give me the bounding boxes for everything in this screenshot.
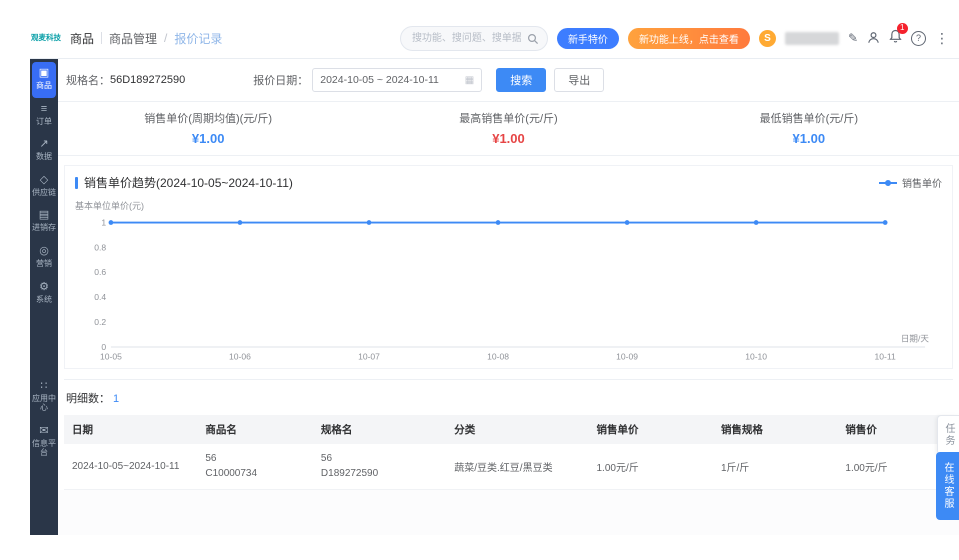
edit-icon[interactable]: ✎ xyxy=(848,32,858,44)
sidebar: ▣ 商品 ≡ 订单 ↗ 数据 ◇ 供应链 ▤ 进销存 ◎ 营销 ⚙ 系统 ∷ 应… xyxy=(30,59,58,535)
notifications-bell[interactable]: 1 xyxy=(889,22,908,48)
svg-text:日期/天: 日期/天 xyxy=(901,333,929,343)
more-icon[interactable]: ⋮ xyxy=(935,30,949,47)
stat-max-price: 最高销售单价(元/斤) ¥1.00 xyxy=(459,113,558,146)
help-icon[interactable]: ? xyxy=(911,30,926,46)
svg-text:10-08: 10-08 xyxy=(487,351,509,361)
stats-row: 销售单价(周期均值)(元/斤) ¥1.00 最高销售单价(元/斤) ¥1.00 … xyxy=(58,101,959,156)
task-tab[interactable]: 任务 xyxy=(937,415,959,455)
top-bar: 观麦科技 商品 商品管理 / 报价记录 新手特价 新功能上线，点击查看 S xyxy=(30,18,959,59)
breadcrumb: 商品 商品管理 / 报价记录 xyxy=(70,30,222,47)
orders-icon: ≡ xyxy=(40,102,48,115)
supply-chain-icon: ◇ xyxy=(39,173,49,186)
empty-area xyxy=(58,490,959,535)
global-search xyxy=(399,25,548,51)
chart-header: 销售单价趋势(2024-10-05~2024-10-11) 销售单价 xyxy=(75,174,942,191)
filter-row: 规格名： 56D189272590 报价日期： 2024-10-05 ~ 202… xyxy=(58,59,959,101)
body: ▣ 商品 ≡ 订单 ↗ 数据 ◇ 供应链 ▤ 进销存 ◎ 营销 ⚙ 系统 ∷ 应… xyxy=(30,59,959,535)
cell-unit-price: 1.00元/斤 xyxy=(588,444,713,490)
detail-count-value: 1 xyxy=(113,393,120,405)
svg-text:0: 0 xyxy=(101,342,106,352)
notification-badge: 1 xyxy=(896,22,908,34)
marketing-icon: ◎ xyxy=(39,244,49,257)
system-gear-icon: ⚙ xyxy=(39,280,49,293)
sidebar-item-data[interactable]: ↗ 数据 xyxy=(30,133,58,169)
coin-icon[interactable]: S xyxy=(758,29,776,47)
quote-date-filter: 报价日期： 2024-10-05 ~ 2024-10-11 ▦ xyxy=(253,68,483,92)
breadcrumb-root[interactable]: 商品 xyxy=(70,30,94,47)
sidebar-bottom: ∷ 应用中心 ✉ 信息平台 xyxy=(30,375,58,525)
goods-icon: ▣ xyxy=(38,67,50,79)
svg-text:0.4: 0.4 xyxy=(94,292,106,302)
sidebar-item-inventory[interactable]: ▤ 进销存 xyxy=(30,204,58,240)
stat-avg-price: 销售单价(周期均值)(元/斤) ¥1.00 xyxy=(144,113,273,146)
inventory-icon: ▤ xyxy=(38,209,50,222)
svg-text:10-10: 10-10 xyxy=(745,351,767,361)
breadcrumb-separator: / xyxy=(164,31,168,45)
svg-text:10-06: 10-06 xyxy=(229,351,251,361)
table-header-row: 日期 商品名 规格名 分类 销售单价 销售规格 销售价 xyxy=(64,415,953,444)
info-platform-icon: ✉ xyxy=(39,424,49,437)
app-center-icon: ∷ xyxy=(40,379,48,392)
svg-text:0.6: 0.6 xyxy=(94,267,106,277)
title-accent-bar xyxy=(75,176,78,189)
svg-text:10-09: 10-09 xyxy=(616,351,638,361)
cell-sale-spec: 1斤/斤 xyxy=(712,444,838,490)
svg-text:1: 1 xyxy=(101,217,106,227)
chart-title: 销售单价趋势(2024-10-05~2024-10-11) xyxy=(84,176,293,190)
brand-logo: 观麦科技 xyxy=(31,32,61,42)
online-service-tab[interactable]: 在线客服 xyxy=(936,452,959,520)
quote-date-label: 报价日期： xyxy=(253,75,309,87)
app-window: 观麦科技 商品 商品管理 / 报价记录 新手特价 新功能上线，点击查看 S xyxy=(30,18,959,535)
breadcrumb-current: 报价记录 xyxy=(174,31,223,46)
stat-min-price: 最低销售单价(元/斤) ¥1.00 xyxy=(759,113,859,146)
sidebar-item-goods[interactable]: ▣ 商品 xyxy=(32,62,56,98)
export-button[interactable]: 导出 xyxy=(554,68,605,92)
svg-text:0.8: 0.8 xyxy=(94,242,106,252)
calendar-icon: ▦ xyxy=(464,74,475,86)
search-icon[interactable] xyxy=(527,32,539,50)
search-input[interactable] xyxy=(399,25,548,51)
legend-line-dot-icon xyxy=(879,179,897,186)
detail-table: 日期 商品名 规格名 分类 销售单价 销售规格 销售价 2024-10-05~2… xyxy=(64,415,953,490)
search-button[interactable]: 搜索 xyxy=(496,68,547,92)
newbie-offer-button[interactable]: 新手特价 xyxy=(556,27,619,49)
svg-text:10-11: 10-11 xyxy=(875,351,896,361)
sidebar-item-orders[interactable]: ≡ 订单 xyxy=(30,98,58,134)
svg-text:10-05: 10-05 xyxy=(100,351,122,361)
contacts-icon[interactable] xyxy=(867,31,880,46)
svg-text:0.2: 0.2 xyxy=(94,317,106,327)
main-content: 规格名： 56D189272590 报价日期： 2024-10-05 ~ 202… xyxy=(58,59,959,535)
detail-table-section: 明细数： 1 日期 商品名 规格名 分类 销售单价 销售规格 销售价 2024-… xyxy=(64,379,953,490)
detail-count: 明细数： 1 xyxy=(66,393,120,405)
data-icon: ↗ xyxy=(39,138,49,151)
cell-category: 蔬菜/豆类.红豆/黑豆类 xyxy=(446,444,589,490)
cell-date: 2024-10-05~2024-10-11 xyxy=(64,444,198,490)
line-chart: 1 0.8 0.6 0.4 0.2 010-05 10-06 10-07 10-08 10-09 1… xyxy=(94,217,929,361)
table-row: 2024-10-05~2024-10-11 56 C10000734 56 D1… xyxy=(64,444,953,490)
svg-text:10-07: 10-07 xyxy=(358,351,380,361)
account-name-redacted xyxy=(784,31,839,45)
date-range-value: 2024-10-05 ~ 2024-10-11 xyxy=(320,74,439,86)
sidebar-item-supply-chain[interactable]: ◇ 供应链 xyxy=(30,169,58,205)
chart-legend[interactable]: 销售单价 xyxy=(879,175,942,190)
sidebar-item-system[interactable]: ⚙ 系统 xyxy=(30,276,58,312)
cell-spec: 56 D189272590 xyxy=(312,444,447,490)
sidebar-item-marketing[interactable]: ◎ 营销 xyxy=(30,240,58,276)
sidebar-item-app-center[interactable]: ∷ 应用中心 xyxy=(30,375,58,420)
new-feature-button[interactable]: 新功能上线，点击查看 xyxy=(627,27,750,49)
cell-product: 56 C10000734 xyxy=(197,444,313,490)
sidebar-item-info-platform[interactable]: ✉ 信息平台 xyxy=(30,420,58,465)
price-trend-chart-card: 销售单价趋势(2024-10-05~2024-10-11) 销售单价 基本单位单… xyxy=(64,165,953,369)
breadcrumb-divider xyxy=(101,32,103,44)
date-range-input[interactable]: 2024-10-05 ~ 2024-10-11 ▦ xyxy=(312,68,483,92)
breadcrumb-section[interactable]: 商品管理 xyxy=(109,30,157,47)
y-axis-title: 基本单位单价(元) xyxy=(75,201,144,211)
topbar-actions: 新手特价 新功能上线，点击查看 S ✎ 1 ? ⋮ xyxy=(399,22,949,51)
page: 观麦科技 商品 商品管理 / 报价记录 新手特价 新功能上线，点击查看 S xyxy=(0,0,959,560)
spec-name-label: 规格名： xyxy=(66,75,110,87)
spec-name-value: 56D189272590 xyxy=(110,74,186,86)
